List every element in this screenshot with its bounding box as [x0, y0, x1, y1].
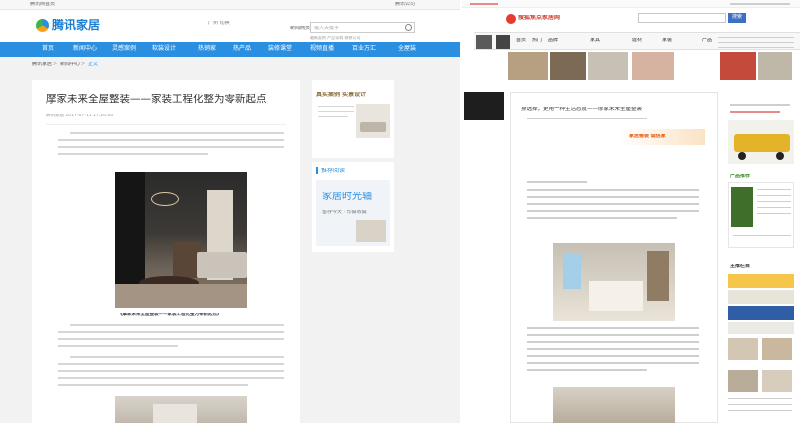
nav-item[interactable]: 首页	[42, 46, 54, 52]
timeline-sub: 留存今天 · 珍藏收藏	[322, 210, 367, 215]
cat-nav-item[interactable]: 产品	[702, 38, 712, 43]
divider	[46, 124, 286, 125]
side-recommend: 推荐阅读 家居时光轴 留存今天 · 珍藏收藏	[312, 162, 394, 252]
article-card: 摩家未来全屋整装——家装工程化整为零新起点 腾讯家居 2017-07-11 17…	[32, 80, 300, 423]
sohu-logo-icon[interactable]	[506, 14, 516, 24]
sohu-home-page: 搜狐焦点家居网 搜索 首页 热门 品牌 家具 建材 家装 产品 身选择，更用一种…	[462, 0, 800, 423]
thumb[interactable]	[720, 52, 756, 80]
top-home-link[interactable]: 腾讯网首页	[30, 2, 55, 7]
sidebar-product-box[interactable]	[728, 182, 794, 248]
recommend-heading: 推荐阅读	[321, 168, 346, 174]
main-nav: 首页 新闻中心 灵感案例 软装设计 热销家 热产品 装修课堂 视频直播 百业万汇…	[0, 42, 460, 57]
photo-caption: 《摩家未来全屋整装——家装工程化整为零新起点》	[118, 313, 222, 317]
article-title: 摩家未来全屋整装——家装工程化整为零新起点	[46, 94, 267, 105]
cat-nav-item[interactable]: 品牌	[548, 38, 558, 43]
search-icon[interactable]	[405, 24, 412, 31]
breadcrumb-item[interactable]: 新闻中心	[60, 62, 80, 67]
search-label: 新闻网页	[290, 26, 311, 31]
location-switch[interactable]: 广州 切换	[208, 21, 230, 26]
right-article-card: 身选择，更用一种生活态度——摩家未来全屋整装 家居整装 诚信家	[510, 92, 718, 423]
right-article-photo	[553, 243, 675, 321]
nav-item[interactable]: 灵感案例	[112, 46, 136, 52]
timeline-headline: 家居时光轴	[322, 192, 372, 202]
thumb[interactable]	[508, 52, 548, 80]
nav-item[interactable]: 视频直播	[310, 46, 334, 52]
side-ad-headline: 真实案例 实景设计	[316, 92, 367, 98]
side-ad-case[interactable]: 真实案例 实景设计	[312, 80, 394, 158]
thumb[interactable]	[588, 52, 628, 80]
hot-search-links[interactable]: 最新案例 产品导购 装修公司	[310, 36, 361, 40]
cat-nav-item[interactable]: 家具	[590, 38, 600, 43]
nav-item[interactable]: 热产品	[233, 46, 251, 52]
article-meta: 腾讯家居 2017-07-11 17:20:00	[46, 114, 114, 118]
right-article-title: 身选择，更用一种生活态度——摩家未来全屋整装	[521, 107, 643, 112]
top-strip	[462, 0, 800, 8]
nav-item[interactable]: 百业万汇	[352, 46, 376, 52]
ad-vehicle[interactable]	[728, 120, 794, 164]
side-ad-timeline[interactable]: 家居时光轴 留存今天 · 珍藏收藏	[316, 180, 390, 246]
tencent-logo-icon[interactable]	[36, 19, 49, 32]
thumb[interactable]	[550, 52, 586, 80]
breadcrumb-separator: >	[81, 62, 86, 67]
right-article-photo-2	[553, 387, 675, 423]
sofa-image	[356, 104, 390, 138]
cat-nav-item[interactable]: 家装	[662, 38, 672, 43]
right-header: 搜狐焦点家居网 搜索	[462, 8, 800, 30]
cat-nav-item[interactable]: 热门	[532, 38, 542, 43]
black-product-ad[interactable]	[464, 92, 504, 120]
sohu-logo-text[interactable]: 搜狐焦点家居网	[518, 15, 560, 21]
sidebar-product-title: 产品推荐	[730, 174, 751, 179]
sidebar-column-title: 主推栏目	[730, 264, 751, 269]
article-photo-second	[115, 396, 247, 423]
site-logo-text[interactable]: 腾讯家居	[52, 19, 100, 31]
ad-banner-tvs[interactable]: 家居整装 诚信家	[619, 129, 705, 145]
nav-item[interactable]: 热销家	[198, 46, 216, 52]
ad-banner-text: 家居整装 诚信家	[629, 134, 666, 139]
right-search-button[interactable]: 搜索	[728, 13, 746, 23]
right-sidebar: 产品推荐 主推栏目	[722, 92, 798, 423]
cat-nav-item[interactable]: 建材	[632, 38, 642, 43]
section-marker	[316, 167, 318, 174]
nav-item[interactable]: 软装设计	[152, 46, 176, 52]
breadcrumb-item[interactable]: 腾讯家居	[32, 62, 52, 67]
breadcrumb-separator: >	[53, 62, 58, 67]
top-right-link[interactable]: 腾讯公司	[395, 2, 415, 7]
thumb[interactable]	[632, 52, 674, 80]
tencent-home-page: 腾讯网首页 腾讯公司 腾讯家居 广州 切换 新闻网页 输入关键字 最新案例 产品…	[0, 0, 460, 423]
site-header: 腾讯家居 广州 切换 新闻网页 输入关键字 最新案例 产品导购 装修公司	[0, 10, 460, 42]
search-input[interactable]: 输入关键字	[310, 22, 415, 33]
article-photo-living-room	[115, 172, 247, 308]
top-utility-bar: 腾讯网首页 腾讯公司	[0, 0, 460, 10]
right-search-input[interactable]	[638, 13, 726, 23]
nav-item[interactable]: 装修课堂	[268, 46, 292, 52]
category-grid: 首页 热门 品牌 家具 建材 家装 产品	[474, 32, 800, 50]
cat-nav-item[interactable]: 首页	[516, 38, 526, 43]
search-placeholder: 输入关键字	[314, 26, 340, 31]
breadcrumb: 腾讯家居 > 新闻中心 > 正文	[32, 62, 232, 70]
screenshot-collage: 腾讯网首页 腾讯公司 腾讯家居 广州 切换 新闻网页 输入关键字 最新案例 产品…	[0, 0, 800, 423]
thumb[interactable]	[758, 52, 792, 80]
breadcrumb-item: 正文	[88, 62, 99, 67]
nav-item[interactable]: 全屋装	[398, 46, 416, 52]
nav-item[interactable]: 新闻中心	[73, 46, 97, 52]
